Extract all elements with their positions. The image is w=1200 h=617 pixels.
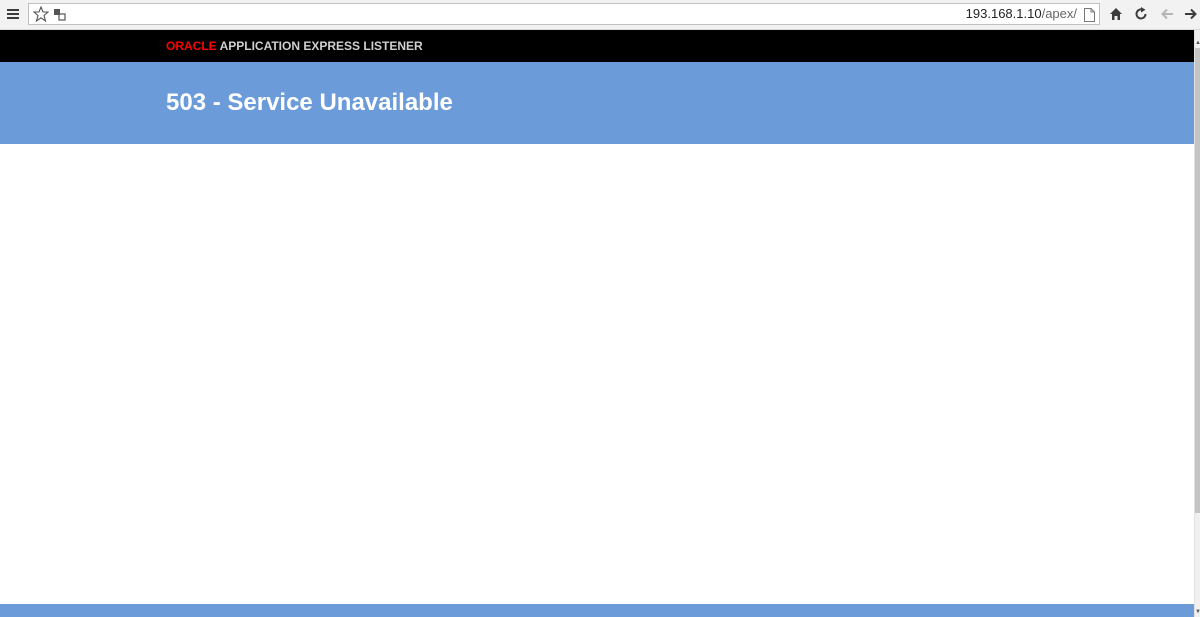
url-text[interactable]: 193.168.1.10/apex/ — [966, 6, 1077, 22]
page-viewport: ORACLE APPLICATION EXPRESS LISTENER 503 … — [0, 30, 1194, 617]
footer-bar — [0, 604, 1194, 617]
url-host: 193.168.1.10 — [965, 6, 1042, 21]
brand-logo: ORACLE APPLICATION EXPRESS LISTENER — [166, 38, 423, 54]
vertical-scrollbar[interactable]: ▲ ▼ — [1194, 30, 1200, 617]
page-icon — [1083, 7, 1095, 22]
scroll-thumb[interactable] — [1195, 48, 1200, 513]
address-bar[interactable]: 193.168.1.10/apex/ — [28, 3, 1100, 25]
page-title: 503 - Service Unavailable — [166, 89, 453, 116]
scroll-up-arrow-icon[interactable]: ▲ — [1195, 40, 1200, 46]
home-icon[interactable] — [1108, 6, 1124, 22]
menu-icon[interactable] — [5, 6, 21, 22]
star-icon[interactable] — [32, 6, 50, 22]
brand-oracle: ORACLE — [166, 39, 217, 53]
brand-header: ORACLE APPLICATION EXPRESS LISTENER — [0, 30, 1194, 62]
url-path: /apex/ — [1041, 6, 1077, 21]
brand-product: APPLICATION EXPRESS LISTENER — [219, 39, 423, 53]
forward-icon[interactable] — [1183, 6, 1199, 22]
scroll-down-arrow-icon[interactable]: ▼ — [1195, 609, 1200, 615]
back-icon[interactable] — [1159, 6, 1175, 22]
browser-toolbar: 193.168.1.10/apex/ — [0, 0, 1200, 30]
title-banner: 503 - Service Unavailable — [0, 62, 1194, 144]
reload-icon[interactable] — [1133, 6, 1149, 22]
site-info-icon[interactable] — [52, 7, 66, 21]
